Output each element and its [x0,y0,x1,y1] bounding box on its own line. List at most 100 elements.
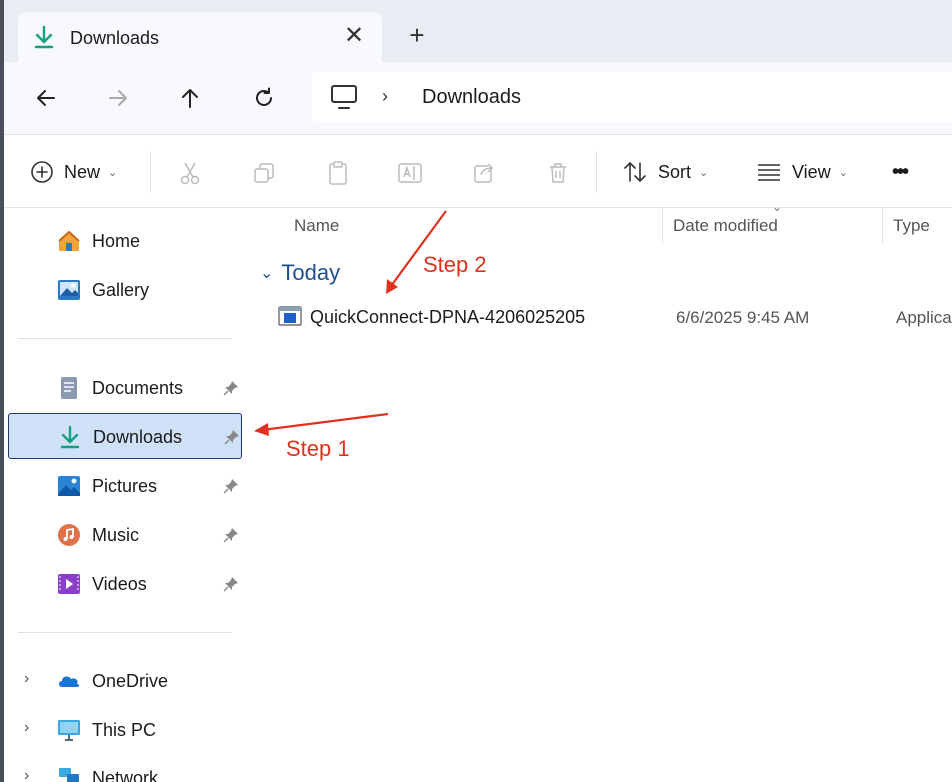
monitor-icon [330,84,358,110]
navigation-bar: › Downloads [4,62,952,134]
sidebar-item-label: OneDrive [92,671,168,692]
arrow-up-icon [178,86,202,110]
cut-button[interactable] [176,159,204,187]
chevron-down-icon: ⌄ [772,200,782,214]
sidebar-divider [18,632,232,633]
music-icon [56,522,82,548]
paste-button[interactable] [324,159,352,187]
file-list-pane: Name ⌄ Date modified Type ⌄ Today QuickC… [248,208,952,782]
sidebar-item-label: This PC [92,720,156,741]
sidebar-item-label: Documents [92,378,183,399]
sidebar-item-pictures[interactable]: Pictures [8,463,242,509]
up-button[interactable] [172,80,208,116]
back-button[interactable] [28,80,64,116]
new-tab-button[interactable]: + [402,20,432,50]
sort-button[interactable]: Sort ⌄ [622,157,708,187]
pictures-icon [56,473,82,499]
new-button[interactable]: New ⌄ [30,157,117,187]
rename-icon [397,161,423,185]
rename-button[interactable] [396,159,424,187]
chevron-right-icon[interactable]: › [24,719,29,737]
sidebar-item-home[interactable]: Home [8,218,242,264]
sidebar-item-downloads[interactable]: Downloads [8,413,242,459]
sidebar-divider [18,338,232,339]
sort-icon [622,160,648,184]
network-icon [56,765,82,782]
sidebar-item-onedrive[interactable]: › OneDrive [8,658,242,704]
view-button[interactable]: View ⌄ [756,157,848,187]
arrow-left-icon [34,86,58,110]
chevron-right-icon[interactable]: › [24,767,29,782]
group-header-today[interactable]: ⌄ Today [260,260,340,286]
chevron-right-icon[interactable]: › [24,670,29,688]
copy-icon [252,161,276,185]
refresh-button[interactable] [246,80,282,116]
computer-icon [56,717,82,743]
gallery-icon [56,277,82,303]
file-type: Applica [896,308,952,328]
plus-circle-icon [30,160,54,184]
chevron-down-icon: ⌄ [699,166,708,179]
view-label: View [792,162,831,183]
close-tab-icon[interactable]: ✕ [340,22,368,50]
scissors-icon [178,160,202,186]
step-1-label: Step 1 [286,436,350,462]
chevron-down-icon: ⌄ [839,166,848,179]
videos-icon [56,571,82,597]
tab-downloads[interactable]: Downloads ✕ [18,12,382,64]
download-icon [32,24,56,50]
group-label: Today [281,260,340,286]
sidebar-item-gallery[interactable]: Gallery [8,267,242,313]
sidebar-item-label: Home [92,231,140,252]
share-button[interactable] [470,159,498,187]
pin-icon[interactable] [222,575,240,593]
breadcrumb-separator[interactable]: › [382,86,388,107]
column-divider[interactable] [882,208,883,244]
step-2-label: Step 2 [423,252,487,278]
column-header-type[interactable]: Type [893,216,930,236]
tab-title: Downloads [70,28,159,49]
sidebar-item-label: Gallery [92,280,149,301]
column-header-date-modified[interactable]: Date modified [673,216,778,236]
pin-icon[interactable] [222,477,240,495]
sidebar-item-network[interactable]: › Network [8,755,242,782]
pin-icon[interactable] [222,526,240,544]
chevron-down-icon: ⌄ [260,263,273,283]
sidebar-item-label: Pictures [92,476,157,497]
delete-button[interactable] [544,159,572,187]
toolbar-divider [596,151,597,193]
view-list-icon [756,161,782,183]
home-icon [56,228,82,254]
share-icon [472,161,496,185]
download-icon [57,424,83,450]
pin-icon[interactable] [222,379,240,397]
toolbar-divider [150,151,151,193]
trash-icon [546,161,570,185]
sidebar-item-label: Downloads [93,427,182,448]
column-divider[interactable] [662,208,663,244]
breadcrumb-downloads[interactable]: Downloads [422,86,521,109]
sidebar-item-label: Network [92,768,158,782]
more-options-button[interactable]: ••• [892,157,907,187]
chevron-down-icon: ⌄ [108,166,117,179]
file-date-modified: 6/6/2025 9:45 AM [676,308,809,328]
copy-button[interactable] [250,159,278,187]
pin-icon[interactable] [223,428,241,446]
more-icon: ••• [892,161,907,184]
forward-button[interactable] [100,80,136,116]
column-header-name[interactable]: Name [294,216,339,236]
new-label: New [64,162,100,183]
sidebar-item-documents[interactable]: Documents [8,365,242,411]
sidebar-item-videos[interactable]: Videos [8,561,242,607]
navigation-pane: Home Gallery Documents Downloads Picture… [4,208,248,782]
sidebar-item-this-pc[interactable]: › This PC [8,707,242,753]
file-row[interactable]: QuickConnect-DPNA-4206025205 6/6/2025 9:… [274,302,952,334]
cloud-icon [56,668,82,694]
file-explorer-window: Downloads ✕ + › Downloads New ⌄ [4,0,952,782]
tab-strip: Downloads ✕ + [4,0,952,62]
arrow-right-icon [106,86,130,110]
address-bar[interactable]: › Downloads [312,72,952,122]
sort-label: Sort [658,162,691,183]
refresh-icon [252,86,276,110]
sidebar-item-music[interactable]: Music [8,512,242,558]
